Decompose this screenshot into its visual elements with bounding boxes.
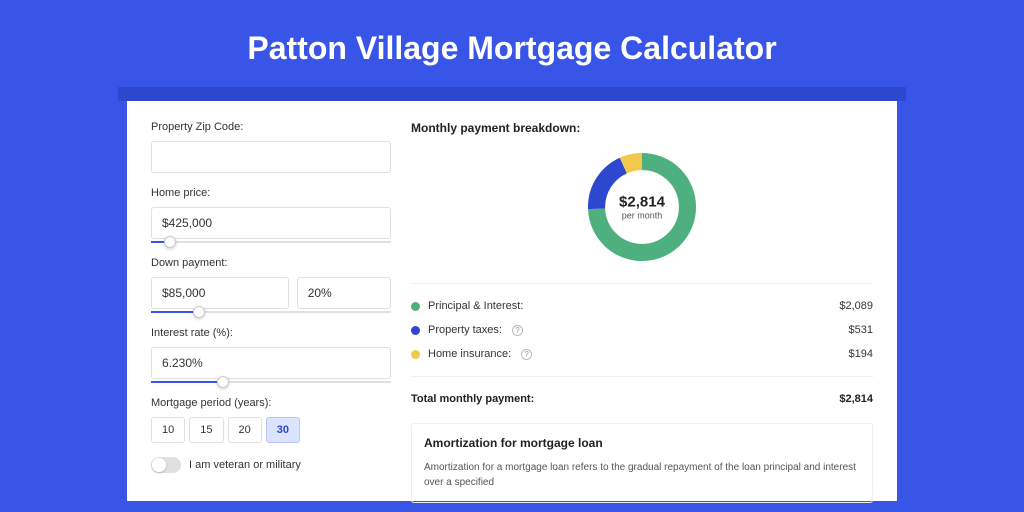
- amortization-text: Amortization for a mortgage loan refers …: [424, 460, 860, 490]
- amortization-title: Amortization for mortgage loan: [424, 436, 860, 450]
- total-row: Total monthly payment: $2,814: [411, 387, 873, 411]
- home-price-slider[interactable]: [151, 241, 391, 243]
- zip-label: Property Zip Code:: [151, 121, 391, 133]
- zip-input[interactable]: [151, 141, 391, 173]
- mortgage-period-field: Mortgage period (years): 10152030: [151, 397, 391, 443]
- breakdown-row: Home insurance:? $194: [411, 342, 873, 366]
- breakdown-label: Principal & Interest:: [428, 300, 523, 312]
- info-icon[interactable]: ?: [512, 325, 523, 336]
- accent-bar: [118, 87, 906, 101]
- donut-center: $2,814 per month: [619, 194, 665, 221]
- down-payment-pct-input[interactable]: [297, 277, 391, 309]
- interest-rate-label: Interest rate (%):: [151, 327, 391, 339]
- donut-chart: $2,814 per month: [411, 147, 873, 267]
- veteran-toggle[interactable]: [151, 457, 181, 473]
- down-payment-field: Down payment:: [151, 257, 391, 313]
- breakdown-row: Principal & Interest: $2,089: [411, 294, 873, 318]
- calculator-panel: Property Zip Code: Home price: Down paym…: [127, 101, 897, 501]
- home-price-label: Home price:: [151, 187, 391, 199]
- veteran-toggle-row: I am veteran or military: [151, 457, 391, 473]
- breakdown-value: $2,089: [839, 300, 873, 312]
- total-value: $2,814: [839, 393, 873, 405]
- breakdown-label: Home insurance:: [428, 348, 511, 360]
- donut-total: $2,814: [619, 194, 665, 211]
- breakdown-value: $194: [849, 348, 873, 360]
- interest-rate-slider[interactable]: [151, 381, 391, 383]
- period-option-30[interactable]: 30: [266, 417, 300, 443]
- home-price-field: Home price:: [151, 187, 391, 243]
- donut-sub: per month: [619, 211, 665, 221]
- toggle-knob: [152, 458, 166, 472]
- breakdown-column: Monthly payment breakdown: $2,814 per mo…: [411, 121, 873, 501]
- breakdown-row: Property taxes:? $531: [411, 318, 873, 342]
- divider: [411, 283, 873, 284]
- total-label: Total monthly payment:: [411, 393, 534, 405]
- mortgage-period-label: Mortgage period (years):: [151, 397, 391, 409]
- breakdown-title: Monthly payment breakdown:: [411, 121, 873, 135]
- interest-rate-input[interactable]: [151, 347, 391, 379]
- info-icon[interactable]: ?: [521, 349, 532, 360]
- slider-thumb[interactable]: [217, 376, 229, 388]
- slider-thumb[interactable]: [193, 306, 205, 318]
- page-title: Patton Village Mortgage Calculator: [0, 0, 1024, 87]
- breakdown-label: Property taxes:: [428, 324, 502, 336]
- inputs-column: Property Zip Code: Home price: Down paym…: [151, 121, 391, 501]
- zip-field: Property Zip Code:: [151, 121, 391, 173]
- down-payment-slider[interactable]: [151, 311, 391, 313]
- period-option-20[interactable]: 20: [228, 417, 262, 443]
- period-option-10[interactable]: 10: [151, 417, 185, 443]
- legend-dot: [411, 350, 420, 359]
- veteran-label: I am veteran or military: [189, 459, 301, 471]
- down-payment-input[interactable]: [151, 277, 289, 309]
- down-payment-label: Down payment:: [151, 257, 391, 269]
- period-option-15[interactable]: 15: [189, 417, 223, 443]
- amortization-box: Amortization for mortgage loan Amortizat…: [411, 423, 873, 503]
- divider: [411, 376, 873, 377]
- interest-rate-field: Interest rate (%):: [151, 327, 391, 383]
- home-price-input[interactable]: [151, 207, 391, 239]
- legend-dot: [411, 302, 420, 311]
- legend-dot: [411, 326, 420, 335]
- breakdown-value: $531: [849, 324, 873, 336]
- slider-thumb[interactable]: [164, 236, 176, 248]
